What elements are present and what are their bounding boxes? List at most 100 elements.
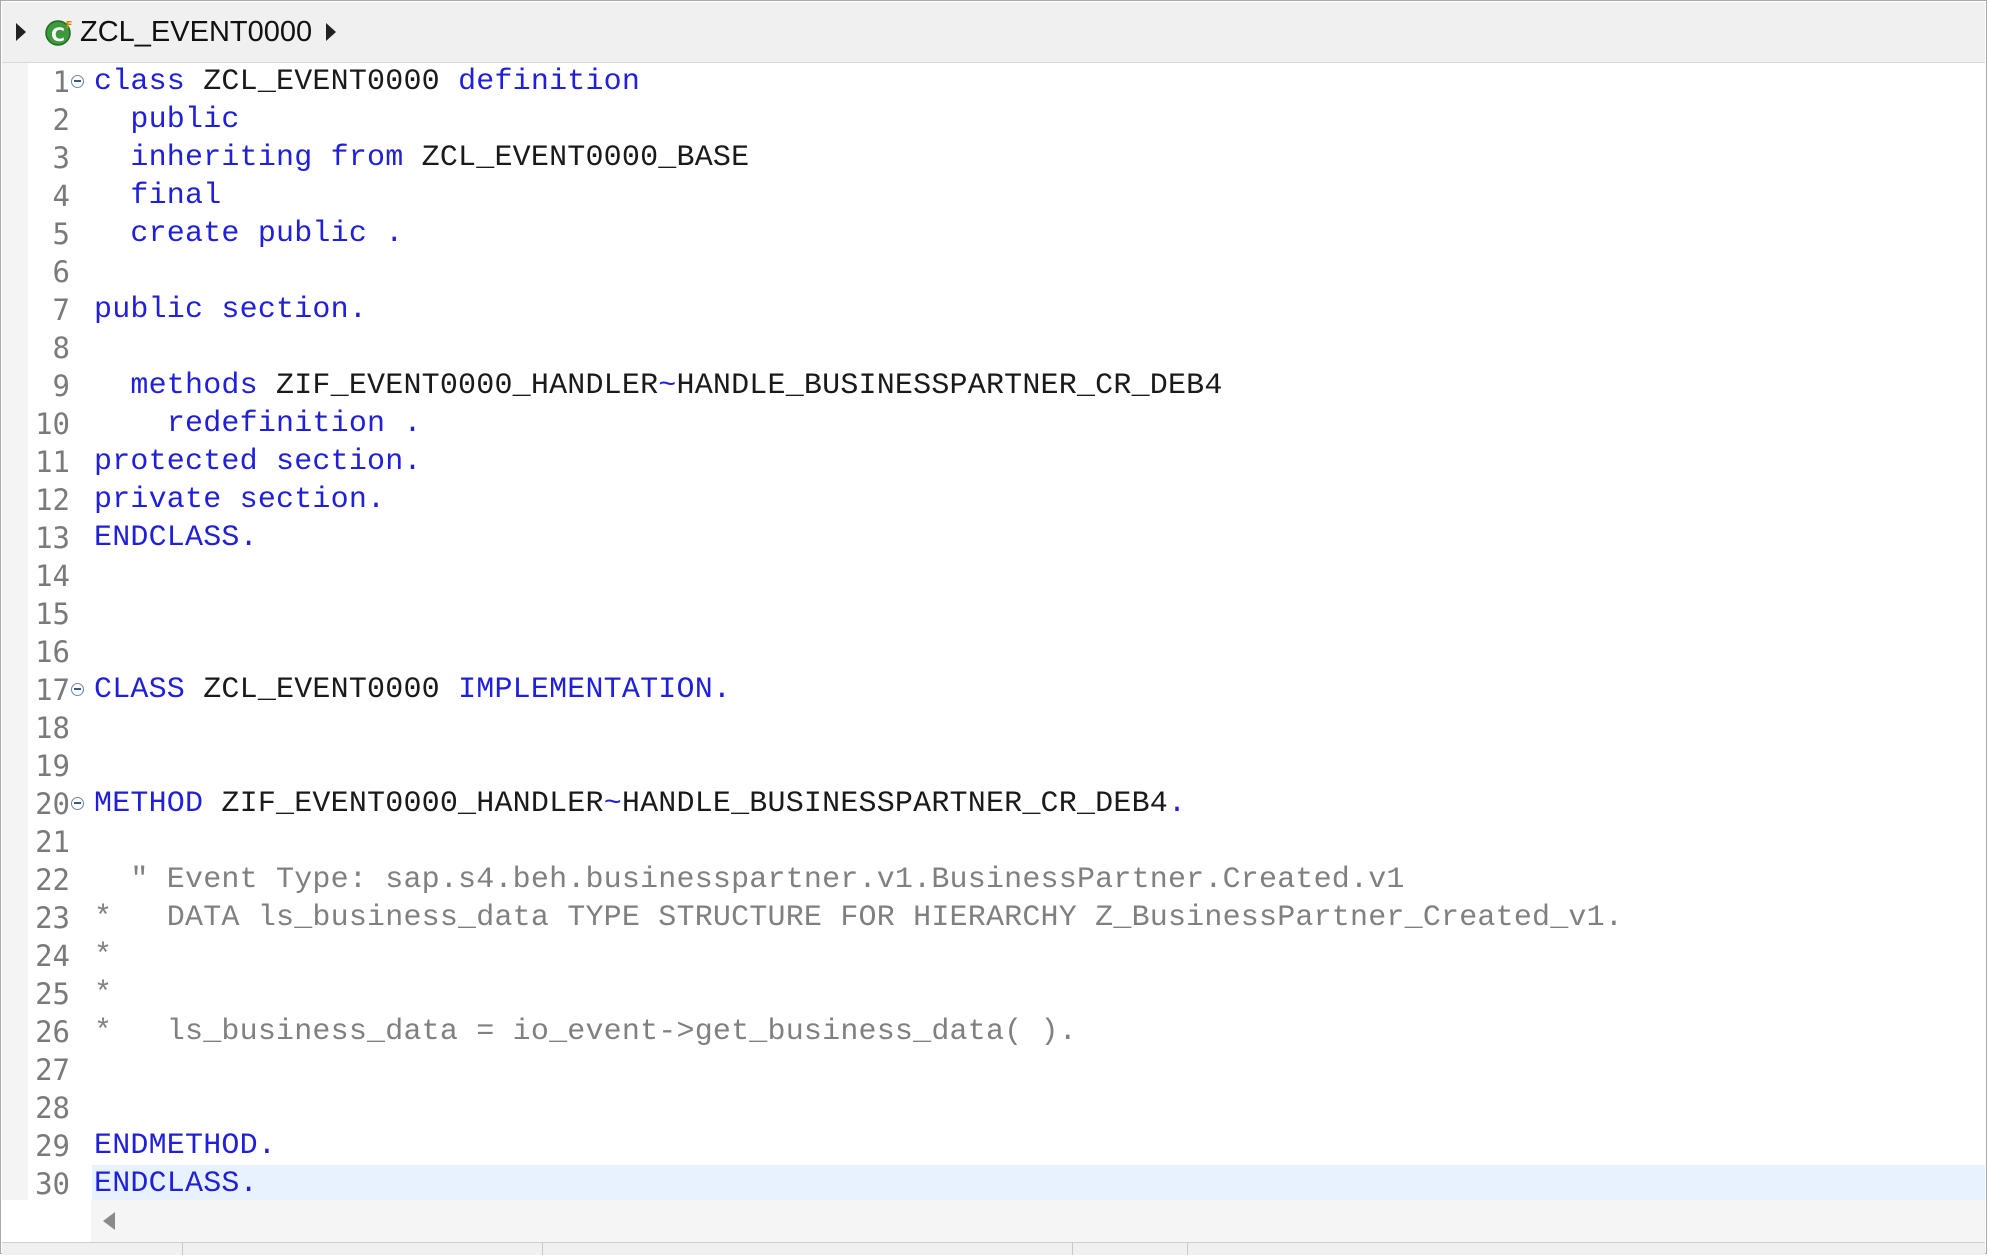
code-line[interactable]: ENDCLASS. — [94, 519, 258, 557]
keyword-token: ~ — [658, 369, 677, 403]
identifier-token: ZCL_EVENT0000 — [185, 673, 459, 707]
breadcrumb: C F ZCL_EVENT0000 — [2, 2, 1985, 63]
keyword-token: definition — [458, 65, 641, 99]
code-line[interactable]: ENDMETHOD. — [94, 1127, 276, 1165]
code-line[interactable]: redefinition . — [94, 405, 422, 443]
status-bar — [2, 1242, 1985, 1255]
current-line-highlight — [92, 1165, 1985, 1200]
code-line[interactable]: " Event Type: sap.s4.beh.businesspartner… — [94, 861, 1405, 899]
fold-collapse-icon[interactable] — [71, 797, 84, 810]
code-line[interactable]: * — [94, 975, 112, 1013]
code-line[interactable]: * ls_business_data = io_event->get_busin… — [94, 1013, 1077, 1051]
line-number: 9 — [52, 369, 70, 403]
abap-class-icon: C F — [44, 17, 74, 47]
line-number: 5 — [52, 217, 70, 251]
line-number: 16 — [35, 635, 70, 669]
line-number: 19 — [35, 749, 70, 783]
line-number: 2 — [52, 103, 70, 137]
line-number: 1 — [52, 65, 70, 99]
line-number: 20 — [35, 787, 70, 821]
code-editor[interactable]: 1 class ZCL_EVENT0000 definition 2 public 3… — [2, 63, 1985, 1200]
comment-token: * — [94, 977, 113, 1011]
identifier-token: HANDLE_BUSINESSPARTNER_CR_DEB4 — [621, 787, 1168, 821]
comment-token: " Event Type: sap.s4.beh.businesspartner… — [94, 863, 1405, 897]
keyword-token: ENDCLASS. — [94, 1167, 258, 1200]
svg-text:F: F — [66, 20, 73, 31]
keyword-token: ~ — [603, 787, 622, 821]
identifier-token — [94, 179, 130, 213]
line-number: 28 — [35, 1091, 70, 1125]
comment-token: * ls_business_data = io_event->get_busin… — [94, 1015, 1077, 1049]
comment-token: * DATA ls_business_data TYPE STRUCTURE F… — [94, 901, 1624, 935]
code-line[interactable]: private section. — [94, 481, 385, 519]
identifier-token — [94, 217, 130, 251]
line-number: 22 — [35, 863, 70, 897]
line-number: 23 — [35, 901, 70, 935]
code-line[interactable]: * DATA ls_business_data TYPE STRUCTURE F… — [94, 899, 1623, 937]
line-number: 14 — [35, 559, 70, 593]
keyword-token: methods — [130, 369, 258, 403]
keyword-token: CLASS — [94, 673, 186, 707]
code-line[interactable]: ENDCLASS. — [94, 1165, 258, 1200]
status-separator — [182, 1243, 183, 1255]
identifier-token: ZIF_EVENT0000_HANDLER — [257, 369, 659, 403]
line-number: 3 — [52, 141, 70, 175]
line-number: 10 — [35, 407, 70, 441]
line-number: 27 — [35, 1053, 70, 1087]
horizontal-scrollbar[interactable] — [91, 1200, 1985, 1242]
keyword-token: class — [94, 65, 186, 99]
keyword-token: ENDCLASS. — [94, 521, 258, 555]
line-number: 21 — [35, 825, 70, 859]
code-line[interactable]: * — [94, 937, 112, 975]
identifier-token — [94, 141, 130, 175]
line-number: 6 — [52, 255, 70, 289]
keyword-token: create public . — [130, 217, 404, 251]
line-number: 25 — [35, 977, 70, 1011]
line-number: 15 — [35, 597, 70, 631]
keyword-token: METHOD — [94, 787, 204, 821]
scroll-left-arrow-icon[interactable] — [103, 1212, 115, 1230]
keyword-token: public section. — [94, 293, 368, 327]
line-number: 4 — [52, 179, 70, 213]
keyword-token: inheriting from — [130, 141, 404, 175]
chevron-right-icon[interactable] — [326, 23, 337, 41]
code-line[interactable]: protected section. — [94, 443, 422, 481]
keyword-token: protected section. — [94, 445, 422, 479]
status-separator — [1072, 1243, 1073, 1255]
code-line[interactable]: METHOD ZIF_EVENT0000_HANDLER~HANDLE_BUSI… — [94, 785, 1186, 823]
line-number: 18 — [35, 711, 70, 745]
line-number: 29 — [35, 1129, 70, 1163]
code-line[interactable]: public — [94, 101, 240, 139]
code-line[interactable]: create public . — [94, 215, 403, 253]
editor-ruler — [2, 63, 28, 1200]
line-number: 13 — [35, 521, 70, 555]
keyword-token: private section. — [94, 483, 386, 517]
editor-window: C F ZCL_EVENT0000 1 class ZCL_EVENT0000 d… — [0, 0, 1987, 1255]
line-number: 30 — [35, 1167, 70, 1200]
breadcrumb-class-name[interactable]: ZCL_EVENT0000 — [80, 16, 312, 49]
line-number: 12 — [35, 483, 70, 517]
code-line[interactable]: final — [94, 177, 221, 215]
code-line[interactable]: methods ZIF_EVENT0000_HANDLER~HANDLE_BUS… — [94, 367, 1223, 405]
keyword-token: . — [1167, 787, 1187, 821]
code-line[interactable]: CLASS ZCL_EVENT0000 IMPLEMENTATION. — [94, 671, 731, 709]
fold-collapse-icon[interactable] — [71, 683, 84, 696]
keyword-token: redefinition . — [166, 407, 422, 441]
line-number: 11 — [35, 445, 70, 479]
svg-text:C: C — [51, 24, 65, 46]
identifier-token — [94, 407, 167, 441]
identifier-token: ZIF_EVENT0000_HANDLER — [203, 787, 604, 821]
code-line[interactable]: class ZCL_EVENT0000 definition — [94, 63, 640, 101]
line-number: 17 — [35, 673, 70, 707]
identifier-token: ZCL_EVENT0000_BASE — [403, 141, 750, 175]
identifier-token — [94, 103, 130, 137]
keyword-token: IMPLEMENTATION. — [458, 673, 732, 707]
keyword-token: final — [130, 179, 222, 213]
code-line[interactable]: public section. — [94, 291, 367, 329]
code-line[interactable]: inheriting from ZCL_EVENT0000_BASE — [94, 139, 749, 177]
fold-collapse-icon[interactable] — [71, 75, 84, 88]
identifier-token: HANDLE_BUSINESSPARTNER_CR_DEB4 — [676, 369, 1223, 403]
expand-arrow-icon[interactable] — [16, 23, 26, 41]
keyword-token: public — [130, 103, 240, 137]
line-number: 26 — [35, 1015, 70, 1049]
